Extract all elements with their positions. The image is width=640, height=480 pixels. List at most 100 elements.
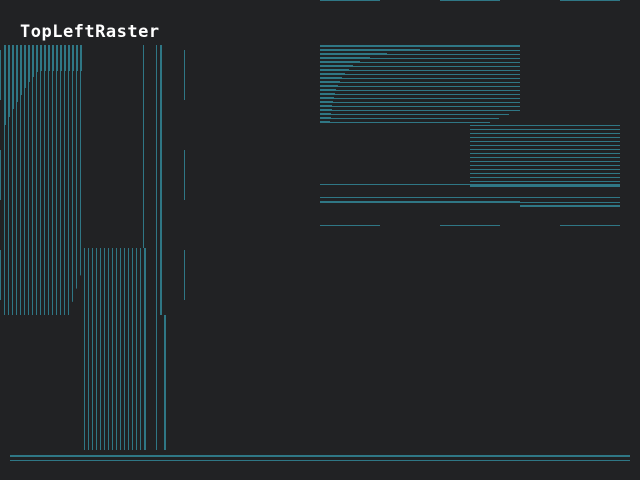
horizontal-line xyxy=(520,202,620,203)
vertical-line xyxy=(140,248,141,450)
vertical-bar xyxy=(40,45,42,71)
horizontal-line xyxy=(320,90,520,91)
horizontal-line xyxy=(320,70,520,71)
vertical-line xyxy=(68,45,69,315)
vertical-line xyxy=(88,248,89,450)
vertical-bar xyxy=(64,45,66,71)
horizontal-line xyxy=(320,122,490,123)
horizontal-line xyxy=(470,133,620,134)
horizontal-line xyxy=(470,165,620,166)
vertical-line xyxy=(36,45,37,315)
vertical-line xyxy=(100,248,101,450)
horizontal-bar xyxy=(320,53,387,55)
vertical-line xyxy=(56,45,57,315)
vertical-bar xyxy=(4,45,6,125)
horizontal-bar xyxy=(320,101,333,103)
vertical-bar xyxy=(36,45,38,72)
horizontal-line xyxy=(320,86,520,87)
vertical-bar xyxy=(160,45,162,315)
horizontal-segment xyxy=(560,225,620,226)
horizontal-line xyxy=(320,94,520,95)
horizontal-bar xyxy=(320,121,330,123)
horizontal-bar xyxy=(320,105,332,107)
vertical-bar xyxy=(24,45,26,88)
horizontal-line xyxy=(470,141,620,142)
vertical-line xyxy=(48,45,49,315)
horizontal-bar xyxy=(320,97,334,99)
vertical-bar xyxy=(16,45,18,102)
edge-segment xyxy=(0,150,1,200)
vertical-bar xyxy=(12,45,14,109)
top-segment xyxy=(320,0,380,1)
bottom-line xyxy=(10,455,630,457)
edge-segment xyxy=(0,50,1,100)
horizontal-bar xyxy=(520,205,620,207)
horizontal-line xyxy=(320,98,520,99)
vertical-line xyxy=(116,248,117,450)
vertical-line xyxy=(40,45,41,315)
vertical-bar xyxy=(72,45,74,71)
horizontal-line xyxy=(320,102,520,103)
horizontal-line xyxy=(320,74,520,75)
top-segment xyxy=(560,0,620,1)
horizontal-line xyxy=(320,114,509,115)
edge-segment xyxy=(0,250,1,300)
horizontal-bar xyxy=(320,65,353,67)
horizontal-bar xyxy=(320,109,332,111)
horizontal-bar xyxy=(320,77,342,79)
vertical-bar xyxy=(8,45,10,117)
horizontal-line xyxy=(320,82,520,83)
horizontal-bar xyxy=(320,73,345,75)
horizontal-bar xyxy=(320,117,331,119)
horizontal-line xyxy=(470,153,620,154)
horizontal-line xyxy=(470,169,620,170)
vertical-line xyxy=(156,45,157,450)
horizontal-segment xyxy=(320,225,380,226)
horizontal-line xyxy=(470,181,620,182)
horizontal-line xyxy=(320,197,620,198)
vertical-line xyxy=(136,248,137,450)
vertical-line xyxy=(64,45,65,315)
vertical-line xyxy=(96,248,97,450)
horizontal-bar xyxy=(470,185,620,187)
horizontal-bar xyxy=(320,201,520,203)
horizontal-bar xyxy=(320,69,349,71)
horizontal-line xyxy=(470,125,620,126)
vertical-line xyxy=(52,45,53,315)
vertical-bar xyxy=(80,45,82,71)
vertical-line xyxy=(32,45,33,315)
vertical-line xyxy=(72,45,73,302)
horizontal-bar xyxy=(320,85,338,87)
horizontal-bar xyxy=(320,93,335,95)
horizontal-line xyxy=(470,137,620,138)
horizontal-line xyxy=(470,173,620,174)
vertical-bar xyxy=(68,45,70,71)
horizontal-line xyxy=(470,149,620,150)
vertical-line xyxy=(144,248,146,450)
vertical-line xyxy=(108,248,109,450)
horizontal-line xyxy=(470,145,620,146)
vertical-bar xyxy=(28,45,30,82)
vertical-bar xyxy=(52,45,54,71)
horizontal-line xyxy=(470,129,620,130)
vertical-segment xyxy=(184,250,185,300)
vertical-bar xyxy=(76,45,78,71)
horizontal-line xyxy=(320,118,499,119)
bottom-line xyxy=(10,460,630,461)
vertical-line xyxy=(80,45,81,276)
vertical-line xyxy=(132,248,133,450)
horizontal-bar xyxy=(320,81,340,83)
vertical-bar xyxy=(32,45,34,77)
page-title: TopLeftRaster xyxy=(20,22,160,42)
horizontal-bar xyxy=(320,61,360,63)
vertical-bar xyxy=(164,315,166,450)
vertical-bar xyxy=(48,45,50,71)
horizontal-line xyxy=(320,110,520,111)
vertical-line xyxy=(84,248,85,450)
horizontal-line xyxy=(320,184,620,185)
vertical-line xyxy=(128,248,129,450)
vertical-line xyxy=(104,248,105,450)
vertical-line xyxy=(44,45,45,315)
horizontal-segment xyxy=(440,225,500,226)
horizontal-bar xyxy=(320,113,331,115)
